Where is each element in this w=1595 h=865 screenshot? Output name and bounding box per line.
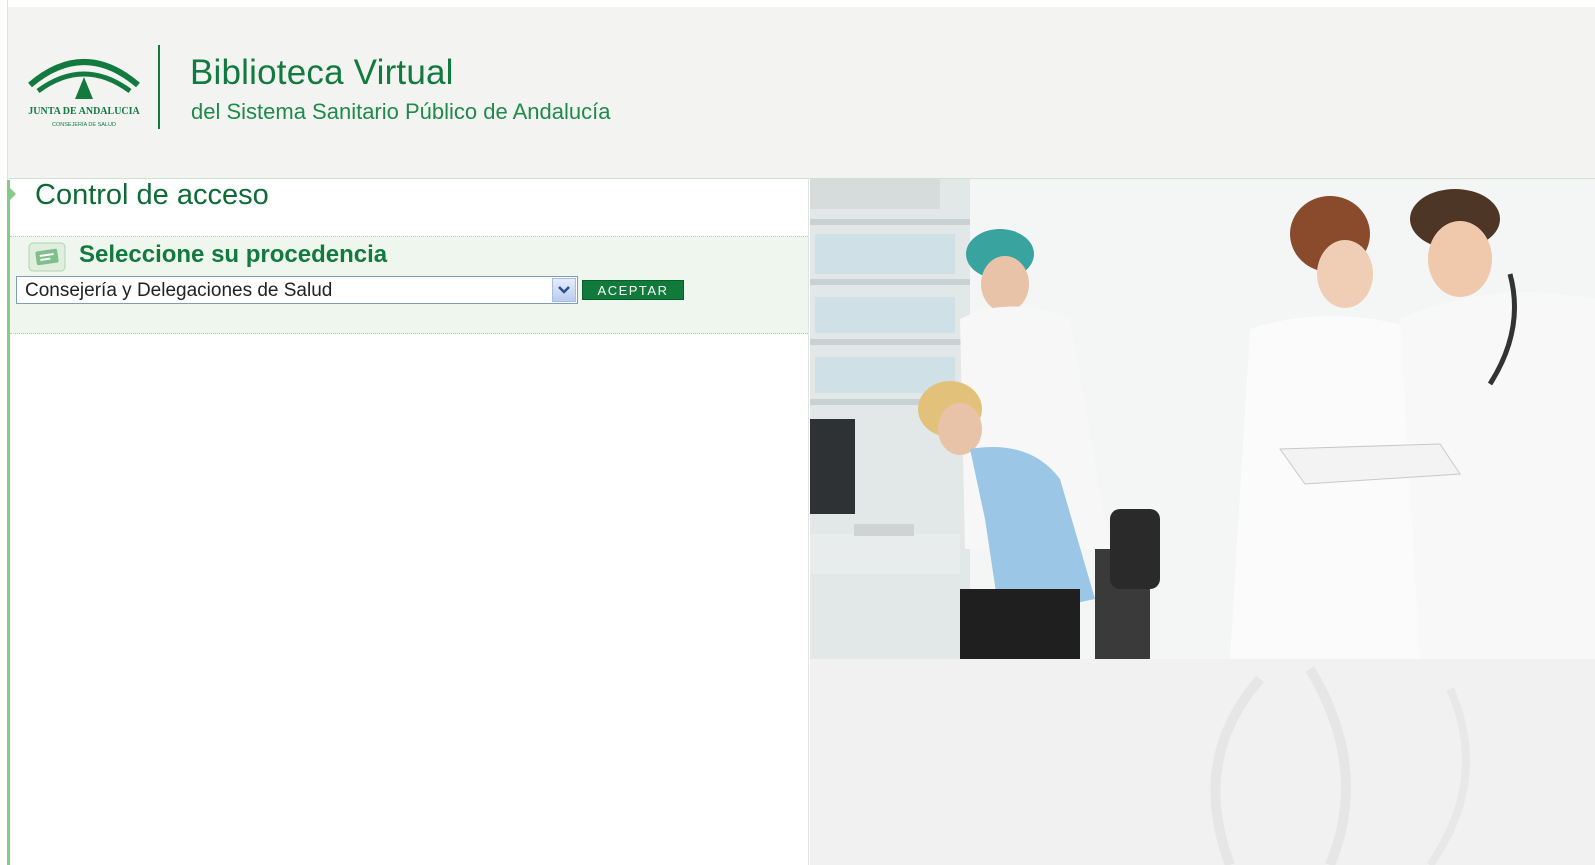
procedencia-select[interactable]: Consejería y Delegaciones de Salud [16,276,578,304]
top-bar [0,0,1595,7]
medical-staff-photo [810,179,1595,659]
access-panel: Control de acceso Seleccione su proceden… [8,179,809,865]
procedencia-selected-value: Consejería y Delegaciones de Salud [25,280,333,301]
id-card-icon [28,242,66,272]
app-subtitle: del Sistema Sanitario Público de Andaluc… [191,99,611,124]
junta-andalucia-logo[interactable]: JUNTA DE ANDALUCIA CONSEJERÍA DE SALUD [24,43,144,133]
section-title: Control de acceso [35,179,269,211]
procedencia-box: Seleccione su procedencia Consejería y D… [10,236,808,334]
procedencia-title: Seleccione su procedencia [79,241,388,268]
app-title: Biblioteca Virtual [190,53,454,92]
logo-separator [158,45,160,129]
accept-button[interactable]: ACEPTAR [582,280,684,300]
logo-subtext: CONSEJERÍA DE SALUD [52,121,116,128]
chevron-down-icon[interactable] [552,278,576,302]
site-header: JUNTA DE ANDALUCIA CONSEJERÍA DE SALUD B… [8,7,1595,179]
background-watermark [1210,666,1470,865]
logo-text: JUNTA DE ANDALUCIA [28,106,140,117]
hero-panel [810,179,1595,865]
left-frame-border [0,0,10,865]
arrow-right-icon [8,186,16,202]
